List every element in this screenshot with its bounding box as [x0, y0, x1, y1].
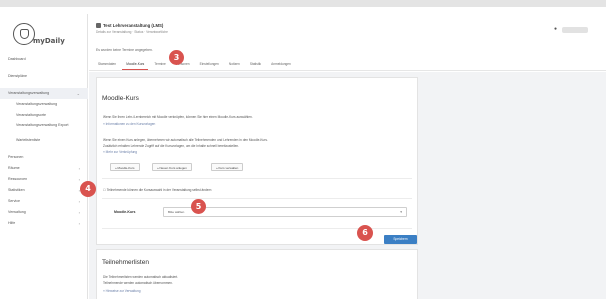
participants-link[interactable]: » Hinweise zur Verwaltung — [103, 289, 141, 293]
sidebar-subitem-warteliste[interactable]: Wartelistenliste — [0, 135, 88, 146]
sidebar-item-ressourcen[interactable]: Ressourcen › — [0, 174, 88, 185]
main-content: Moodle-Kurs Wenn Sie Ihren Lehr-/Lernber… — [89, 72, 606, 299]
manage-course-button[interactable]: » Kurs verwalten — [211, 163, 244, 171]
logo-text: myDaily — [33, 37, 65, 45]
participants-text-1: Die Teilnehmerlisten werden automatisch … — [103, 275, 179, 279]
course-icon — [96, 23, 101, 28]
moodle-course-label: Moodle-Kurs — [114, 210, 136, 214]
chevron-right-icon: › — [78, 221, 80, 226]
chevron-right-icon: › — [78, 199, 80, 204]
logo[interactable]: myDaily — [13, 23, 73, 51]
intro-text: Wenn Sie Ihren Lehr-/Lernbereich mit Moo… — [103, 115, 253, 119]
chevron-down-icon: ⌄ — [76, 91, 80, 96]
tab-anmeldungen[interactable]: Anmeldungen — [267, 58, 295, 70]
user-name-blurred — [562, 27, 588, 33]
save-button[interactable]: Speichern — [384, 235, 417, 244]
sidebar-item-dashboard[interactable]: Dashboard — [0, 54, 88, 65]
chevron-right-icon: › — [78, 166, 80, 171]
sidebar: myDaily Dashboard Dienstpläne Veranstalt… — [0, 14, 88, 299]
tab-moodle-kurs[interactable]: Moodle-Kurs — [122, 58, 149, 70]
sidebar-subitem-export[interactable]: Veranstaltungsverwaltung Export — [0, 121, 88, 135]
participants-card: Teilnehmerlisten Die Teilnehmerlisten we… — [96, 249, 418, 299]
card-title: Teilnehmerlisten — [102, 259, 149, 266]
no-dates-note: Es wurden keine Termine angegeben. — [96, 48, 153, 52]
sidebar-item-verwaltung[interactable]: Verwaltung › — [0, 207, 88, 218]
templates-info-link[interactable]: » Informationen zu den Kursvorlagen — [103, 122, 155, 126]
chevron-right-icon: › — [78, 177, 80, 182]
user-icon: ● — [554, 26, 558, 32]
sidebar-nav: Dashboard Dienstpläne Veranstaltungsverw… — [0, 54, 88, 229]
info-text-line1: Wenn Sie einen Kurs anlegen, übernehmen … — [103, 138, 268, 142]
sidebar-item-dienstplaene[interactable]: Dienstpläne — [0, 71, 88, 82]
divider — [102, 198, 412, 199]
logo-icon — [13, 23, 35, 45]
info-text-line2: Zusätzlich erhalten Lehrende Zugriff auf… — [103, 144, 240, 148]
callout-4: 4 — [80, 181, 96, 197]
sidebar-item-veranstaltungsverwaltung[interactable]: Veranstaltungsverwaltung ⌄ — [0, 88, 88, 99]
tab-statistik[interactable]: Statistik — [246, 58, 265, 70]
moodle-course-button[interactable]: » Moodle-Kurs — [110, 163, 140, 171]
sidebar-item-hilfe[interactable]: Hilfe › — [0, 218, 88, 229]
user-menu[interactable]: ● — [554, 25, 588, 35]
create-course-button[interactable]: » Neuen Kurs anlegen — [152, 163, 192, 171]
page-title: Test Lehrveranstaltung (LMS) — [96, 23, 163, 28]
callout-6: 6 — [357, 225, 373, 241]
link-more-info[interactable]: » Mehr zur Verknüpfung — [103, 150, 137, 154]
sidebar-item-personen[interactable]: Personen — [0, 152, 88, 163]
tab-einstellungen[interactable]: Einstellungen — [196, 58, 223, 70]
sidebar-subitem-orte[interactable]: Veranstaltungsorte — [0, 110, 88, 121]
chevron-right-icon: › — [78, 210, 80, 215]
tab-termine[interactable]: Termine — [150, 58, 169, 70]
tab-bar: Stammdaten Moodle-Kurs Termine Personen … — [94, 58, 296, 70]
sidebar-subitem-veranstaltungen[interactable]: Veranstaltungsverwaltung — [0, 99, 88, 110]
sidebar-item-statistiken[interactable]: Statistiken› — [0, 185, 88, 196]
callout-5: 5 — [191, 199, 206, 214]
tab-stammdaten[interactable]: Stammdaten — [94, 58, 120, 70]
callout-3: 3 — [169, 50, 184, 65]
self-enrol-checkbox[interactable]: ☐ Teilnehmende können die Kursauswahl in… — [103, 188, 211, 192]
card-title: Moodle-Kurs — [102, 95, 139, 102]
app-window: myDaily Dashboard Dienstpläne Veranstalt… — [0, 0, 606, 299]
chevron-down-icon: ▾ — [400, 210, 402, 214]
page-header: Test Lehrveranstaltung (LMS) Details zur… — [89, 14, 606, 71]
tab-notizen[interactable]: Notizen — [225, 58, 244, 70]
sidebar-item-service[interactable]: Service › — [0, 196, 88, 207]
sidebar-item-raeume[interactable]: Räume › — [0, 163, 88, 174]
moodle-course-card: Moodle-Kurs Wenn Sie Ihren Lehr-/Lernber… — [96, 77, 418, 245]
page-subtitle: Details zur Veranstaltung · Status · Ver… — [96, 30, 168, 34]
participants-text-2: Teilnehmende werden automatisch übernomm… — [103, 281, 173, 285]
divider — [102, 178, 412, 179]
